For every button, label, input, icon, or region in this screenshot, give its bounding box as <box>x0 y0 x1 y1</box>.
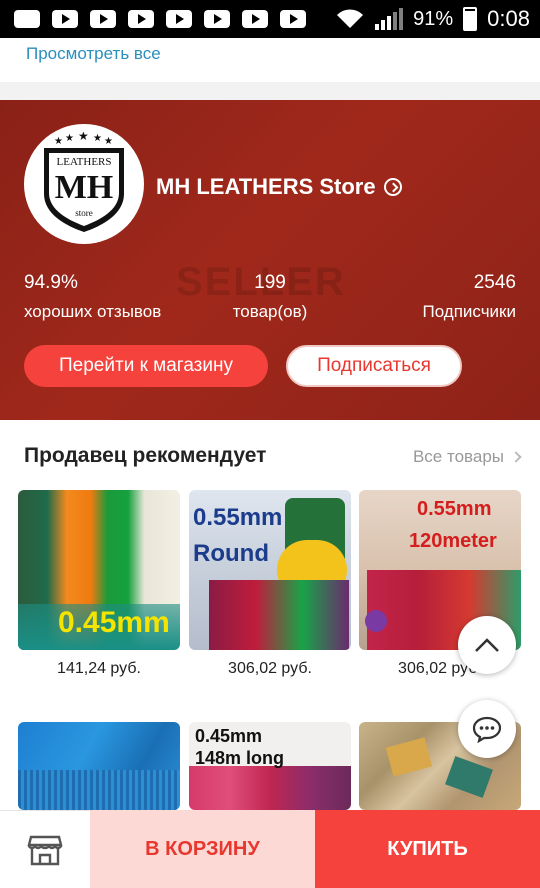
product-image: 0.45mm 148m long <box>189 722 351 810</box>
battery-icon <box>463 7 478 31</box>
section-title: Продавец рекомендует <box>24 444 267 467</box>
play-icon <box>204 10 230 28</box>
store-icon <box>27 835 63 865</box>
stat-value: 2546 <box>473 272 516 293</box>
store-name: MH LEATHERS Store <box>156 174 376 199</box>
keyboard-icon <box>14 10 40 28</box>
play-icon <box>166 10 192 28</box>
logo-text-top: LEATHERS <box>57 156 112 168</box>
buy-now-button[interactable]: КУПИТЬ <box>315 810 540 888</box>
product-image-label: 120meter <box>409 530 497 552</box>
product-image-label: 0.45mm <box>58 606 170 639</box>
all-products-label: Все товары <box>412 447 504 466</box>
product-image: 0.55mm Round <box>189 490 351 650</box>
chevron-right-icon <box>510 451 522 463</box>
divider <box>0 82 540 100</box>
product-image-label: 0.55mm <box>193 504 283 531</box>
store-button[interactable] <box>0 810 90 888</box>
play-icon <box>242 10 268 28</box>
stat-label: Подписчики <box>422 302 516 321</box>
play-icon <box>128 10 154 28</box>
svg-text:★: ★ <box>93 133 102 144</box>
chat-icon <box>472 716 502 743</box>
product-card[interactable]: 0.45mm 148m long <box>189 722 351 810</box>
bottom-action-bar: В КОРЗИНУ КУПИТЬ <box>0 810 540 888</box>
stat-positive-feedback: 94.9% хороших отзывов <box>24 272 161 322</box>
play-icon <box>280 10 306 28</box>
clock: 0:08 <box>487 6 530 31</box>
wifi-icon <box>337 9 364 28</box>
logo-monogram: MH <box>55 169 114 206</box>
logo-text-bottom: store <box>75 208 93 218</box>
stat-value: 199 <box>254 272 286 293</box>
store-name-link[interactable]: MH LEATHERS Store <box>156 174 402 200</box>
product-image <box>18 722 180 810</box>
add-to-cart-button[interactable]: В КОРЗИНУ <box>90 810 315 888</box>
store-logo-emblem: ★ ★ ★ ★ ★ LEATHERS MH store <box>44 132 124 232</box>
product-price: 306,02 руб. <box>228 660 312 677</box>
svg-text:★: ★ <box>104 136 113 147</box>
arrow-up-icon <box>475 638 499 652</box>
svg-text:★: ★ <box>65 133 74 144</box>
go-to-store-button[interactable]: Перейти к магазину <box>24 345 268 387</box>
product-card[interactable]: 0.55mm Round 306,02 руб. <box>189 490 351 678</box>
view-all-link[interactable]: Просмотреть все <box>26 44 161 64</box>
chat-button[interactable] <box>458 700 516 758</box>
status-bar: 91% 0:08 <box>0 0 540 38</box>
battery-percent: 91% <box>413 7 454 30</box>
product-image: 0.45mm <box>18 490 180 650</box>
signal-icon <box>375 8 404 30</box>
store-banner: SELLER ★ ★ ★ ★ ★ LEATHERS MH store MH LEATHE… <box>0 100 540 420</box>
svg-text:★: ★ <box>54 136 63 147</box>
store-logo[interactable]: ★ ★ ★ ★ ★ LEATHERS MH store <box>24 124 144 244</box>
product-image-label: 148m long <box>195 748 285 768</box>
stat-products: 199 товар(ов) <box>228 272 312 322</box>
view-all-row: Просмотреть все <box>0 38 540 82</box>
all-products-link[interactable]: Все товары <box>412 447 522 467</box>
product-image-label: Round <box>193 540 269 567</box>
product-card[interactable] <box>18 722 180 810</box>
scroll-to-top-button[interactable] <box>458 616 516 674</box>
stat-value: 94.9% <box>24 272 78 293</box>
play-icon <box>52 10 78 28</box>
notification-icons <box>0 10 306 28</box>
stat-followers: 2546 Подписчики <box>422 272 516 322</box>
arrow-right-circle-icon <box>383 178 402 196</box>
product-card[interactable]: 0.45mm 141,24 руб. <box>18 490 180 678</box>
svg-text:★: ★ <box>78 132 89 143</box>
stat-label: хороших отзывов <box>24 302 162 321</box>
product-price: 141,24 руб. <box>57 660 141 677</box>
stat-label: товар(ов) <box>232 302 308 321</box>
subscribe-button[interactable]: Подписаться <box>286 345 462 387</box>
product-image-label: 0.55mm <box>417 498 492 520</box>
product-image-label: 0.45mm <box>195 726 263 746</box>
play-icon <box>90 10 116 28</box>
